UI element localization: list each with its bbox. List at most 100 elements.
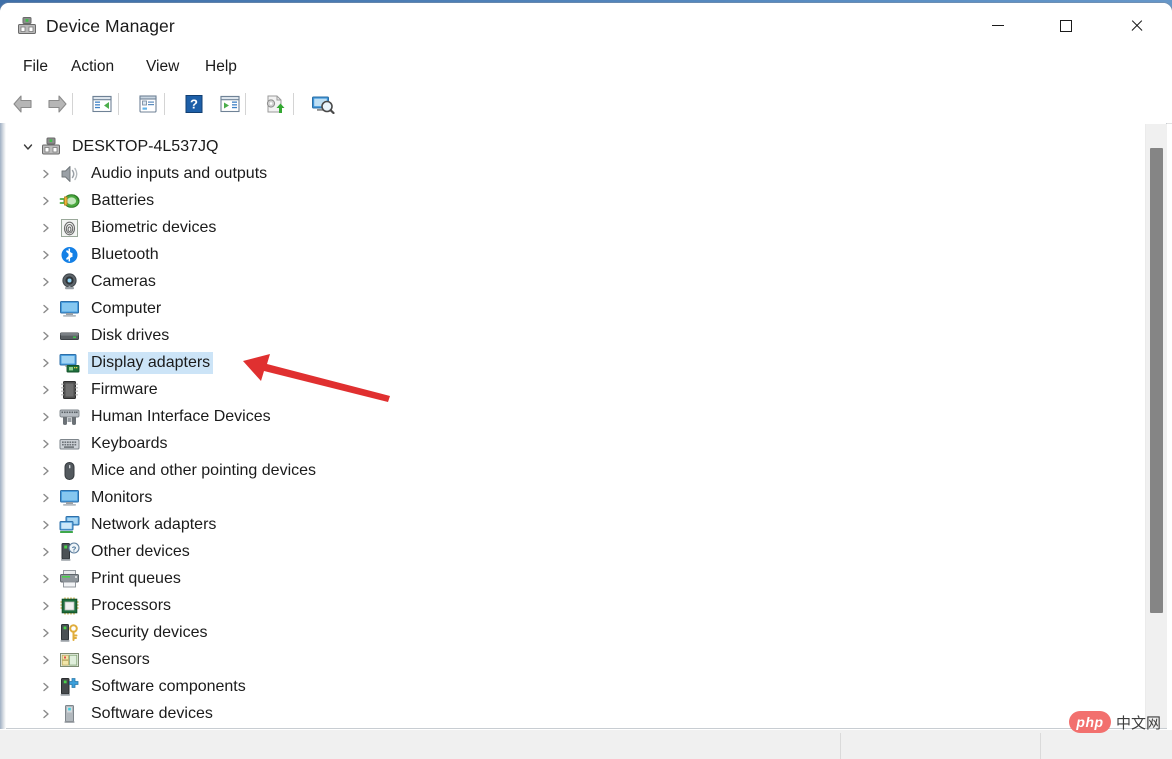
tree-item-icon bbox=[59, 704, 80, 724]
tree-item-software-devices[interactable]: Software devices bbox=[38, 701, 216, 726]
battery-plug-icon bbox=[59, 191, 80, 211]
tree-item-label: DESKTOP-4L537JQ bbox=[72, 137, 219, 155]
tree-item-label: Network adapters bbox=[91, 515, 217, 533]
tree-item-sensors[interactable]: Sensors bbox=[38, 647, 153, 672]
tree-item-monitors[interactable]: Monitors bbox=[38, 485, 155, 510]
chevron-right-icon[interactable] bbox=[38, 598, 54, 614]
tree-item-batteries[interactable]: Batteries bbox=[38, 188, 157, 213]
tree-item-biometric-devices[interactable]: Biometric devices bbox=[38, 215, 219, 240]
update-driver-button[interactable] bbox=[260, 89, 290, 119]
tree-item-cameras[interactable]: Cameras bbox=[38, 269, 159, 294]
keyboard-icon bbox=[59, 434, 80, 454]
vertical-scrollbar[interactable] bbox=[1145, 124, 1167, 728]
toolbar-separator bbox=[293, 93, 294, 115]
tree-item-processors[interactable]: Processors bbox=[38, 593, 174, 618]
tree-item-label: Batteries bbox=[91, 191, 155, 209]
camera-icon bbox=[59, 272, 80, 292]
chevron-down-icon[interactable] bbox=[20, 139, 36, 155]
tree-item-label: Monitors bbox=[91, 488, 153, 506]
tree-item-icon bbox=[59, 272, 80, 292]
speaker-icon bbox=[59, 164, 80, 184]
tree-item-other-devices[interactable]: ? Other devices bbox=[38, 539, 193, 564]
menu-item-help[interactable]: Help bbox=[196, 55, 246, 80]
minimize-button[interactable] bbox=[974, 3, 1021, 48]
minimize-icon bbox=[992, 20, 1004, 31]
tree-item-print-queues[interactable]: Print queues bbox=[38, 566, 184, 591]
scrollbar-thumb[interactable] bbox=[1150, 148, 1163, 613]
watermark-text: 中文网 bbox=[1116, 713, 1162, 732]
chevron-right-icon[interactable] bbox=[38, 517, 54, 533]
tree-item-icon bbox=[59, 191, 80, 211]
properties-button[interactable] bbox=[133, 89, 163, 119]
back-button[interactable] bbox=[8, 89, 38, 119]
tree-item-keyboards[interactable]: Keyboards bbox=[38, 431, 171, 456]
forward-button[interactable] bbox=[42, 89, 72, 119]
tree-item-security-devices[interactable]: Security devices bbox=[38, 620, 211, 645]
tree-item-bluetooth[interactable]: Bluetooth bbox=[38, 242, 162, 267]
tree-item-label: Mice and other pointing devices bbox=[91, 461, 317, 479]
tree-item-icon bbox=[59, 677, 80, 697]
disk-drive-icon bbox=[59, 326, 80, 346]
maximize-button[interactable] bbox=[1042, 3, 1089, 48]
tree-item-icon bbox=[59, 407, 80, 427]
chevron-right-icon[interactable] bbox=[38, 544, 54, 560]
chevron-right-icon[interactable] bbox=[38, 706, 54, 722]
processor-chip-icon bbox=[59, 596, 80, 616]
help-question-icon: ? bbox=[183, 94, 205, 114]
help-button[interactable]: ? bbox=[179, 89, 209, 119]
computer-root-icon bbox=[41, 137, 62, 157]
tree-item-icon bbox=[59, 326, 80, 346]
tree-item-computer[interactable]: Computer bbox=[38, 296, 164, 321]
tree-item-icon bbox=[59, 515, 80, 535]
tree-item-icon bbox=[59, 569, 80, 589]
show-hide-console-tree-button[interactable] bbox=[87, 89, 117, 119]
tree-item-software-components[interactable]: Software components bbox=[38, 674, 249, 699]
menu-item-view[interactable]: View bbox=[137, 55, 188, 80]
tree-item-network-adapters[interactable]: Network adapters bbox=[38, 512, 219, 537]
chevron-right-icon[interactable] bbox=[38, 382, 54, 398]
tree-item-desktop-4l537jq[interactable]: DESKTOP-4L537JQ bbox=[20, 134, 221, 159]
chevron-right-icon[interactable] bbox=[38, 328, 54, 344]
sensors-icon bbox=[59, 650, 80, 670]
chevron-right-icon[interactable] bbox=[38, 625, 54, 641]
tree-item-icon bbox=[59, 164, 80, 184]
tree-item-icon bbox=[59, 650, 80, 670]
forward-arrow-icon bbox=[46, 94, 68, 114]
tree-item-icon: ? bbox=[59, 541, 80, 562]
device-manager-icon bbox=[17, 17, 37, 35]
menu-item-file[interactable]: File bbox=[14, 55, 57, 80]
tree-item-label: Biometric devices bbox=[91, 218, 217, 236]
chevron-right-icon[interactable] bbox=[38, 679, 54, 695]
chevron-right-icon[interactable] bbox=[38, 463, 54, 479]
update-driver-icon bbox=[264, 94, 286, 114]
chevron-right-icon[interactable] bbox=[38, 571, 54, 587]
tree-item-label: Keyboards bbox=[91, 434, 168, 452]
back-arrow-icon bbox=[12, 94, 34, 114]
chevron-right-icon[interactable] bbox=[38, 166, 54, 182]
scan-hardware-changes-button[interactable] bbox=[308, 89, 338, 119]
tree-item-human-interface-devices[interactable]: Human Interface Devices bbox=[38, 404, 274, 429]
close-button[interactable] bbox=[1113, 3, 1160, 48]
show-devices-icon bbox=[219, 94, 241, 114]
tree-item-disk-drives[interactable]: Disk drives bbox=[38, 323, 172, 348]
tree-item-label: Firmware bbox=[91, 380, 158, 398]
device-tree-pane: DESKTOP-4L537JQ Audio inputs and outputs B… bbox=[6, 123, 1167, 729]
show-hidden-devices-button[interactable] bbox=[215, 89, 245, 119]
chevron-right-icon[interactable] bbox=[38, 193, 54, 209]
chevron-right-icon[interactable] bbox=[38, 436, 54, 452]
chevron-right-icon[interactable] bbox=[38, 409, 54, 425]
chevron-right-icon[interactable] bbox=[38, 220, 54, 236]
tree-item-display-adapters[interactable]: Display adapters bbox=[38, 350, 214, 375]
statusbar-separator bbox=[840, 733, 841, 759]
chevron-right-icon[interactable] bbox=[38, 652, 54, 668]
tree-item-mice-and-other-pointing-devices[interactable]: Mice and other pointing devices bbox=[38, 458, 319, 483]
menu-item-action[interactable]: Action bbox=[62, 55, 123, 80]
tree-item-icon bbox=[59, 623, 80, 643]
tree-item-audio-inputs-and-outputs[interactable]: Audio inputs and outputs bbox=[38, 161, 270, 186]
tree-item-firmware[interactable]: Firmware bbox=[38, 377, 161, 402]
chevron-right-icon[interactable] bbox=[38, 247, 54, 263]
chevron-right-icon[interactable] bbox=[38, 355, 54, 371]
chevron-right-icon[interactable] bbox=[38, 274, 54, 290]
chevron-right-icon[interactable] bbox=[38, 301, 54, 317]
chevron-right-icon[interactable] bbox=[38, 490, 54, 506]
